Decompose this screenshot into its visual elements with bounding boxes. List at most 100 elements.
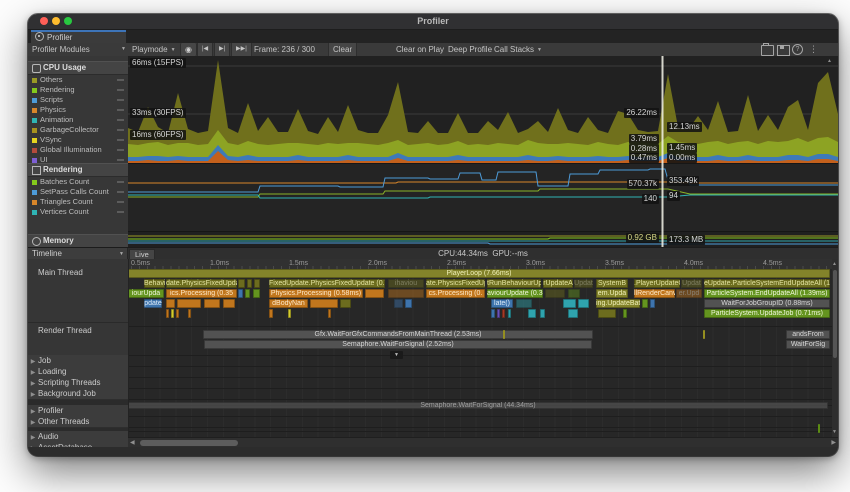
- timeline-block-particlesystem-endupdateall-1-39ms-[interactable]: ParticleSystem.EndUpdateAll (1.39ms): [704, 289, 830, 298]
- kebab-menu-icon[interactable]: ⋮: [809, 43, 818, 56]
- timeline-block-span[interactable]: [310, 299, 338, 308]
- timeline-block-span[interactable]: [223, 299, 235, 308]
- timeline-block-span[interactable]: [578, 299, 589, 308]
- timeline-block-span[interactable]: [650, 299, 655, 308]
- prev-frame-button[interactable]: |◀: [197, 43, 213, 56]
- timeline-block-span[interactable]: [204, 299, 220, 308]
- legend-item-garbagecollector[interactable]: GarbageCollector: [28, 125, 128, 135]
- timeline-block-ing-updatebatch[interactable]: ing.UpdateBatch: [596, 299, 640, 308]
- record-button[interactable]: ◉: [180, 43, 197, 56]
- tab-profiler[interactable]: Profiler: [31, 30, 126, 43]
- module-header-rendering[interactable]: Rendering: [28, 163, 128, 177]
- timeline-block-date-physicsfixedupdate-1[interactable]: date.PhysicsFixedUpdate (1: [166, 279, 237, 288]
- legend-item-others[interactable]: Others: [28, 75, 128, 85]
- deep-profile-toggle[interactable]: Deep Profile: [448, 43, 492, 56]
- timeline-block-span[interactable]: [528, 309, 536, 318]
- cpu-usage-chart[interactable]: 66ms (15FPS)33ms (30FPS)16ms (60FPS)26.2…: [128, 56, 838, 164]
- thread-row-main-thread[interactable]: Main Thread: [28, 267, 128, 278]
- timeline-block-behaviou[interactable]: Behaviou: [144, 279, 165, 288]
- timeline-block-span[interactable]: [394, 299, 403, 308]
- timeline-block-trunbehaviourupd[interactable]: tRunBehaviourUpd: [487, 279, 541, 288]
- charts-scroll-up-icon[interactable]: ▲: [827, 58, 832, 64]
- last-frame-button[interactable]: ▶▶|: [231, 43, 252, 56]
- timeline-block-span[interactable]: [491, 309, 495, 318]
- timeline-block-cs-processing-0-[interactable]: cs.Processing (0.: [426, 289, 485, 298]
- timeline-block-em-upda[interactable]: em.Upda: [596, 289, 628, 298]
- timeline-block-span[interactable]: [253, 289, 260, 298]
- timeline-block-span[interactable]: [568, 289, 580, 298]
- timeline-block-span[interactable]: [545, 289, 565, 298]
- load-profile-icon[interactable]: [761, 45, 774, 56]
- thread-row-background-job[interactable]: ▶Background Job: [28, 388, 128, 400]
- timeline-block-span[interactable]: [269, 309, 273, 318]
- timeline-block-waitforjobgroupid-0-88ms-[interactable]: WaitForJobGroupID (0.88ms): [704, 299, 830, 308]
- timeline-block-span[interactable]: [623, 309, 627, 318]
- timeline-block-span[interactable]: [247, 279, 252, 288]
- other-thread-block-semaphore-waitforsignal[interactable]: Semaphore.WaitForSignal (44.34ms): [128, 402, 828, 409]
- timeline-block--playerupdateca[interactable]: .PlayerUpdateCa: [634, 279, 680, 288]
- timeline-block-span[interactable]: [238, 289, 243, 298]
- timeline-block-er-upd[interactable]: er.Upd: [676, 289, 702, 298]
- timeline-block-span[interactable]: [166, 309, 169, 318]
- timeline-block-span[interactable]: [497, 309, 500, 318]
- thread-row-other-threads[interactable]: ▶Other Threads: [28, 416, 128, 428]
- timeline-block-span[interactable]: [188, 309, 191, 318]
- expand-arrow-icon[interactable]: ▶: [28, 418, 38, 429]
- render-thread-block-waitforsig[interactable]: WaitForSig: [786, 340, 830, 349]
- render-thread-block-gfx-waitforgfxcommandsfrommainthread-2-53ms-[interactable]: Gfx.WaitForGfxCommandsFromMainThread (2.…: [203, 330, 593, 339]
- timeline-block-physics-processing-0-58ms-[interactable]: Physics.Processing (0.58ms): [269, 289, 363, 298]
- rendering-chart[interactable]: 570.37k140353.49k94: [128, 164, 838, 232]
- timeline-block-iourupda[interactable]: iourUpda: [128, 289, 164, 298]
- clear-button[interactable]: Clear: [328, 43, 357, 56]
- timeline-block-late-[interactable]: late(): [491, 299, 513, 308]
- timeline-tracks[interactable]: PlayerLoop (7.66ms)Behavioudate.PhysicsF…: [128, 269, 832, 437]
- timeline-block-span[interactable]: [508, 309, 511, 318]
- timeline-block-span[interactable]: [502, 309, 505, 318]
- save-profile-icon[interactable]: [777, 45, 790, 56]
- render-thread-block-span[interactable]: [703, 330, 705, 339]
- timeline-block-span[interactable]: [365, 289, 384, 298]
- module-header-memory[interactable]: Memory: [28, 234, 128, 248]
- legend-item-vsync[interactable]: VSync: [28, 135, 128, 145]
- call-stacks-dropdown[interactable]: Call Stacks▼: [494, 43, 542, 57]
- thread-row-render-thread[interactable]: Render Thread: [28, 325, 128, 336]
- timeline-block-span[interactable]: [340, 299, 351, 308]
- timeline-block-span[interactable]: [388, 289, 424, 298]
- timeline-block-span[interactable]: [563, 299, 576, 308]
- legend-item-animation[interactable]: Animation: [28, 115, 128, 125]
- scroll-up-icon[interactable]: ▲: [832, 259, 837, 269]
- timeline-block-ihaviou[interactable]: ihaviou: [388, 279, 424, 288]
- timeline-block-updat[interactable]: Updat: [681, 279, 702, 288]
- legend-item-scripts[interactable]: Scripts: [28, 95, 128, 105]
- timeline-block-span[interactable]: [171, 309, 174, 318]
- memory-chart[interactable]: 0.92 GB173.3 MB: [128, 232, 838, 247]
- timeline-block-llrendercanvas[interactable]: llRenderCanvas: [634, 289, 675, 298]
- timeline-block-playerloop-7-66ms-[interactable]: PlayerLoop (7.66ms): [128, 269, 830, 278]
- selected-frame-line[interactable]: [661, 56, 664, 247]
- timeline-block-aviourupdate-0-33[interactable]: aviourUpdate (0.33: [487, 289, 543, 298]
- timeline-block-span[interactable]: [177, 299, 201, 308]
- timeline-block-span[interactable]: [642, 299, 648, 308]
- timeline-block-fixedupdate-physicsfixedupdate-0-75ms-[interactable]: FixedUpdate.PhysicsFixedUpdate (0.75ms): [269, 279, 385, 288]
- playmode-dropdown[interactable]: Playmode▼: [132, 43, 176, 57]
- timeline-block-rupdatea[interactable]: rUpdateA: [543, 279, 573, 288]
- clear-on-play-toggle[interactable]: Clear on Play: [396, 43, 444, 56]
- timeline-block-span[interactable]: [166, 299, 175, 308]
- timeline-block-span[interactable]: [254, 279, 260, 288]
- legend-item-global-illumination[interactable]: Global Illumination: [28, 145, 128, 155]
- render-thread-block-semaphore-waitforsignal-2-52ms-[interactable]: Semaphore.WaitForSignal (2.52ms): [204, 340, 592, 349]
- legend-item-physics[interactable]: Physics: [28, 105, 128, 115]
- timeline-block-span[interactable]: [245, 289, 250, 298]
- legend-item-rendering[interactable]: Rendering: [28, 85, 128, 95]
- legend-item-triangles-count[interactable]: Triangles Count: [28, 197, 128, 207]
- profiler-modules-dropdown[interactable]: Profiler Modules▼: [32, 43, 90, 56]
- render-thread-block-andsfrom[interactable]: andsFrom: [786, 330, 830, 339]
- timeline-block-systemb[interactable]: SystemB: [596, 279, 628, 288]
- timeline-block-span[interactable]: [598, 309, 616, 318]
- timeline-block-pdate[interactable]: pdate: [144, 299, 162, 308]
- timeline-block-ate-physicsfixedupdate[interactable]: ate.PhysicsFixedUpdate: [426, 279, 485, 288]
- timeline-block-span[interactable]: [540, 309, 545, 318]
- timeline-block-span[interactable]: [288, 309, 291, 318]
- help-icon[interactable]: ?: [792, 44, 803, 55]
- timeline-block-span[interactable]: [516, 299, 532, 308]
